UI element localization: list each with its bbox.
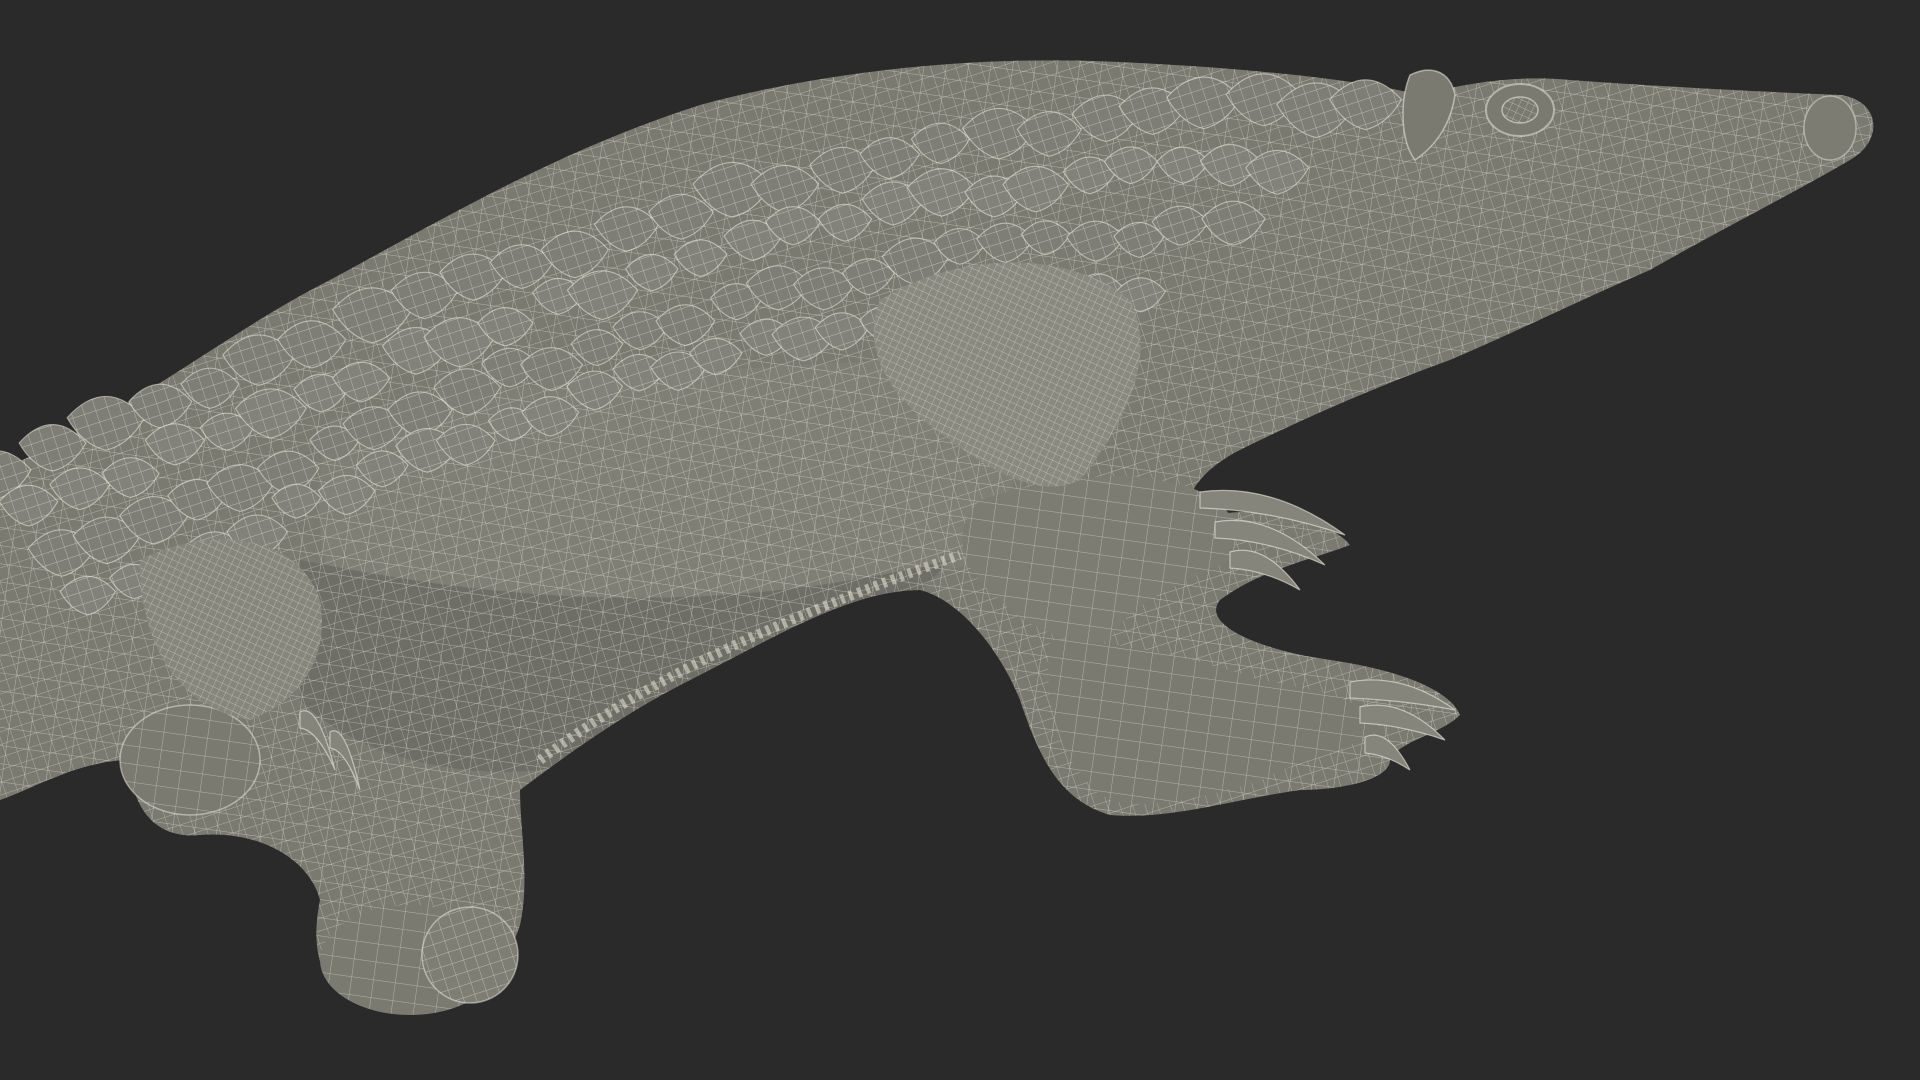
render-viewport xyxy=(0,0,1920,1080)
pangolin-render xyxy=(0,60,1874,1015)
pangolin-body xyxy=(0,60,1874,1003)
